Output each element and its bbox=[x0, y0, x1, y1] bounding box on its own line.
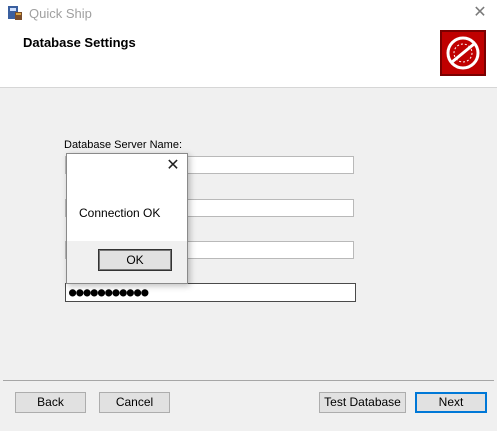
password-input[interactable]: ●●●●●●●●●●● bbox=[65, 283, 356, 302]
back-button[interactable]: Back bbox=[15, 392, 86, 413]
footer-divider bbox=[3, 380, 494, 381]
message-footer: OK bbox=[67, 241, 187, 283]
cancel-button[interactable]: Cancel bbox=[99, 392, 170, 413]
server-name-label: Database Server Name: bbox=[64, 139, 182, 151]
window-close-button[interactable]: ✕ bbox=[469, 3, 491, 23]
header-banner: Database Settings bbox=[0, 27, 497, 88]
connection-message-box: ✕ Connection OK OK bbox=[66, 153, 188, 284]
page-title: Database Settings bbox=[23, 35, 136, 50]
ok-button[interactable]: OK bbox=[98, 249, 172, 271]
test-database-button[interactable]: Test Database bbox=[319, 392, 406, 413]
message-text: Connection OK bbox=[79, 206, 161, 220]
window-title: Quick Ship bbox=[29, 6, 92, 21]
message-close-icon[interactable]: ✕ bbox=[165, 158, 181, 174]
background-window bbox=[497, 0, 501, 431]
quick-ship-logo-icon bbox=[440, 30, 486, 76]
title-bar: Quick Ship ✕ bbox=[0, 0, 497, 27]
installer-icon bbox=[6, 4, 24, 22]
next-button[interactable]: Next bbox=[415, 392, 487, 413]
